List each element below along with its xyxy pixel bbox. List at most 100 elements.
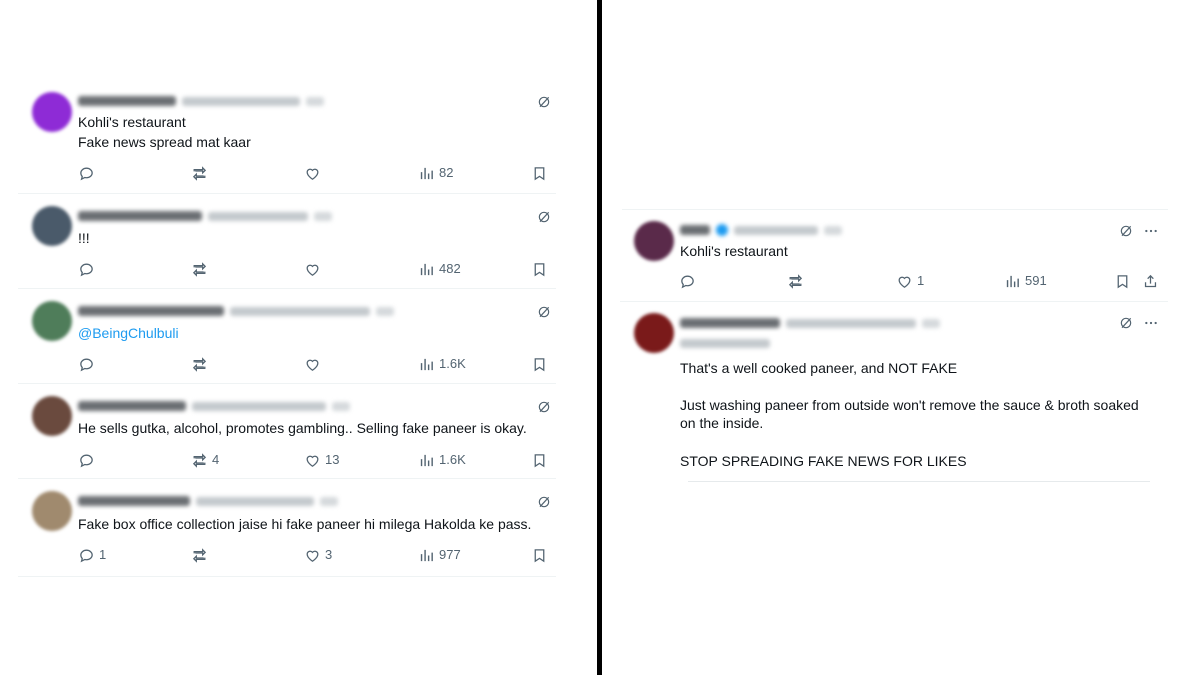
more-icon[interactable] bbox=[1143, 223, 1159, 239]
views-icon bbox=[418, 165, 435, 182]
avatar[interactable] bbox=[634, 221, 674, 261]
share-button[interactable] bbox=[1142, 271, 1159, 291]
reply-button[interactable]: 1 bbox=[78, 545, 106, 565]
tweet[interactable]: @BeingChulbuli 1.6K bbox=[18, 291, 556, 384]
heart-icon bbox=[304, 261, 321, 278]
tweet-author-header bbox=[78, 209, 332, 223]
tweet[interactable]: That's a well cooked paneer, and NOT FAK… bbox=[620, 303, 1168, 481]
bookmark-button[interactable] bbox=[1114, 271, 1131, 291]
bookmark-button[interactable] bbox=[531, 354, 548, 374]
bookmark-button[interactable] bbox=[531, 163, 548, 183]
tweet-actions: 1 591 bbox=[620, 271, 1168, 291]
heart-icon bbox=[304, 165, 321, 182]
avatar[interactable] bbox=[32, 301, 72, 341]
avatar[interactable] bbox=[32, 92, 72, 132]
share-icon bbox=[1142, 273, 1159, 290]
heart-icon bbox=[304, 356, 321, 373]
retweet-icon bbox=[191, 261, 208, 278]
grok-icon[interactable] bbox=[1118, 315, 1134, 331]
more-icon[interactable] bbox=[1143, 315, 1159, 331]
tweet-text-line: on the inside. bbox=[680, 415, 764, 431]
tweet-text-line: Just washing paneer from outside won't r… bbox=[680, 397, 1139, 413]
reply-icon bbox=[78, 452, 95, 469]
like-button[interactable] bbox=[304, 163, 325, 183]
bookmark-button[interactable] bbox=[531, 545, 548, 565]
heart-icon bbox=[304, 452, 321, 469]
tweet-author-header bbox=[680, 316, 940, 330]
bookmark-icon bbox=[531, 452, 548, 469]
avatar[interactable] bbox=[32, 491, 72, 531]
views-count: 1.6K bbox=[439, 452, 466, 467]
tweet-text-line: Kohli's restaurant bbox=[78, 114, 186, 130]
grok-icon[interactable] bbox=[536, 209, 552, 225]
tweet-author-header bbox=[78, 494, 338, 508]
like-button[interactable] bbox=[304, 354, 325, 374]
like-button[interactable] bbox=[304, 259, 325, 279]
bookmark-button[interactable] bbox=[531, 450, 548, 470]
views-button[interactable]: 1.6K bbox=[418, 354, 466, 374]
grok-icon[interactable] bbox=[536, 94, 552, 110]
retweet-button[interactable] bbox=[191, 259, 212, 279]
grok-icon[interactable] bbox=[1118, 223, 1134, 239]
reply-button[interactable] bbox=[78, 450, 99, 470]
retweet-button[interactable] bbox=[191, 354, 212, 374]
tweet[interactable]: Fake box office collection jaise hi fake… bbox=[18, 481, 556, 577]
thread-bottom-border bbox=[688, 481, 1150, 482]
grok-icon[interactable] bbox=[536, 399, 552, 415]
heart-icon bbox=[896, 273, 913, 290]
retweet-button[interactable]: 4 bbox=[191, 450, 219, 470]
reply-icon bbox=[78, 356, 95, 373]
grok-icon[interactable] bbox=[536, 494, 552, 510]
tweet[interactable]: He sells gutka, alcohol, promotes gambli… bbox=[18, 386, 556, 479]
retweet-count: 4 bbox=[212, 452, 220, 467]
like-count: 3 bbox=[325, 547, 333, 562]
avatar[interactable] bbox=[32, 206, 72, 246]
like-button[interactable]: 1 bbox=[896, 271, 924, 291]
grok-icon[interactable] bbox=[536, 304, 552, 320]
views-icon bbox=[418, 356, 435, 373]
bookmark-icon bbox=[531, 547, 548, 564]
tweet[interactable]: Kohli's restaurant 1 591 bbox=[620, 210, 1168, 302]
tweet-subheader bbox=[680, 336, 770, 350]
avatar[interactable] bbox=[634, 313, 674, 353]
tweet-actions: 1 3 977 bbox=[18, 545, 556, 565]
reply-icon bbox=[78, 165, 95, 182]
reply-button[interactable] bbox=[78, 259, 99, 279]
bookmark-icon bbox=[531, 356, 548, 373]
tweet-text-line: STOP SPREADING FAKE NEWS FOR LIKES bbox=[680, 453, 967, 469]
tweet-text-line: Kohli's restaurant bbox=[680, 243, 788, 259]
right-reply-thread: Kohli's restaurant 1 591 That's a well c… bbox=[602, 0, 1200, 675]
retweet-icon bbox=[191, 165, 208, 182]
views-count: 1.6K bbox=[439, 356, 466, 371]
tweet-text-line: Fake box office collection jaise hi fake… bbox=[78, 516, 532, 532]
reply-icon bbox=[78, 261, 95, 278]
views-button[interactable]: 482 bbox=[418, 259, 461, 279]
views-button[interactable]: 1.6K bbox=[418, 450, 466, 470]
like-button[interactable]: 3 bbox=[304, 545, 332, 565]
avatar[interactable] bbox=[32, 396, 72, 436]
views-icon bbox=[418, 261, 435, 278]
like-button[interactable]: 13 bbox=[304, 450, 339, 470]
bookmark-icon bbox=[531, 261, 548, 278]
reply-button[interactable] bbox=[679, 271, 700, 291]
tweet-text-line: That's a well cooked paneer, and NOT FAK… bbox=[680, 360, 958, 376]
views-button[interactable]: 82 bbox=[418, 163, 453, 183]
views-button[interactable]: 977 bbox=[418, 545, 461, 565]
views-button[interactable]: 591 bbox=[1004, 271, 1047, 291]
views-count: 482 bbox=[439, 261, 461, 276]
tweet-actions: 482 bbox=[18, 259, 556, 279]
mention-link[interactable]: @BeingChulbuli bbox=[78, 323, 179, 343]
bookmark-button[interactable] bbox=[531, 259, 548, 279]
reply-button[interactable] bbox=[78, 163, 99, 183]
tweet[interactable]: Kohli's restaurant Fake news spread mat … bbox=[18, 82, 556, 194]
reply-button[interactable] bbox=[78, 354, 99, 374]
retweet-button[interactable] bbox=[191, 545, 212, 565]
tweet-text-line: Fake news spread mat kaar bbox=[78, 134, 251, 150]
retweet-button[interactable] bbox=[191, 163, 212, 183]
retweet-button[interactable] bbox=[787, 271, 808, 291]
views-count: 591 bbox=[1025, 273, 1047, 288]
tweet-actions: 1.6K bbox=[18, 354, 556, 374]
views-icon bbox=[418, 452, 435, 469]
tweet-actions: 82 bbox=[18, 163, 556, 183]
tweet[interactable]: !!! 482 bbox=[18, 196, 556, 289]
